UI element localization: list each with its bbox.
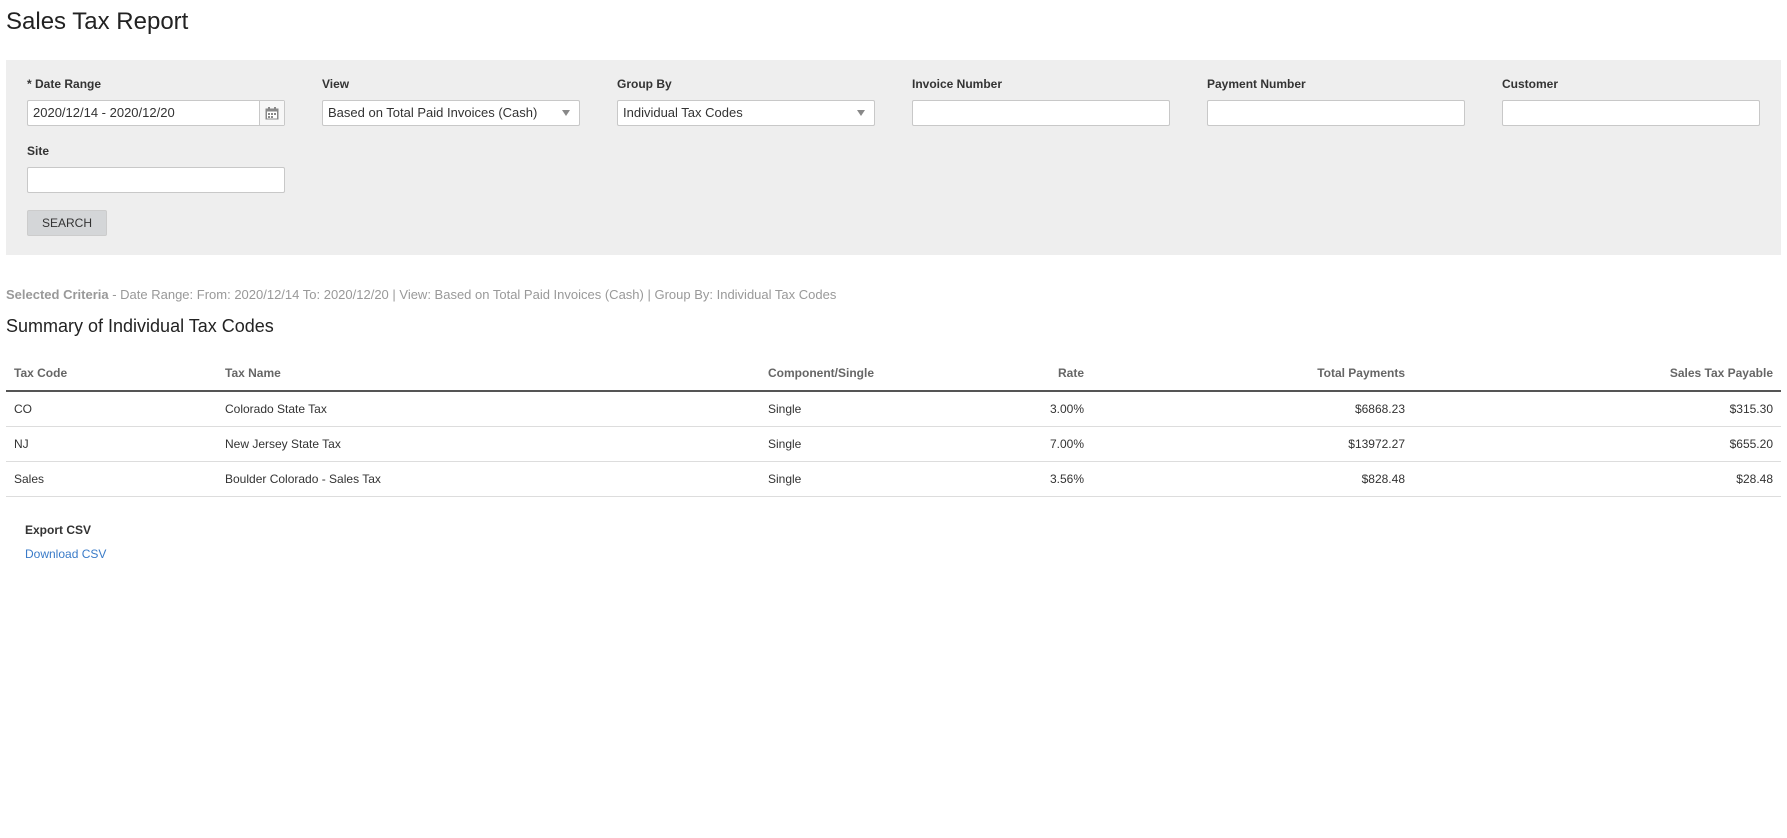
customer-field: Customer — [1502, 76, 1760, 128]
cell-total-payments: $828.48 — [1092, 461, 1413, 497]
customer-label: Customer — [1502, 77, 1559, 91]
view-label: View — [322, 77, 350, 91]
view-select[interactable]: Based on Total Paid Invoices (Cash) — [322, 100, 580, 126]
payment-number-input[interactable] — [1207, 100, 1465, 126]
chevron-down-icon — [857, 110, 865, 116]
cell-tax-name: New Jersey State Tax — [217, 426, 760, 462]
cell-sales-tax-payable: $28.48 — [1413, 461, 1781, 497]
invoice-number-field: Invoice Number — [912, 76, 1170, 128]
group-by-value: Individual Tax Codes — [623, 105, 743, 120]
search-button[interactable]: SEARCH — [27, 210, 107, 236]
column-header-rate[interactable]: Rate — [926, 355, 1092, 392]
date-range-label: * Date Range — [27, 77, 102, 91]
filter-panel: * Date Range 2020/12/14 - 2020/12/20 Vie… — [6, 60, 1781, 255]
view-value: Based on Total Paid Invoices (Cash) — [328, 105, 538, 120]
cell-rate: 3.56% — [926, 461, 1092, 497]
export-csv-label: Export CSV — [25, 523, 92, 537]
table-row: Sales Boulder Colorado - Sales Tax Singl… — [6, 461, 1781, 497]
site-label: Site — [27, 144, 50, 158]
column-header-tax-name[interactable]: Tax Name — [217, 355, 760, 392]
view-field: View Based on Total Paid Invoices (Cash) — [322, 76, 580, 128]
payment-number-label: Payment Number — [1207, 77, 1306, 91]
cell-component: Single — [760, 461, 926, 497]
cell-tax-code: Sales — [6, 461, 217, 497]
cell-component: Single — [760, 391, 926, 427]
customer-input[interactable] — [1502, 100, 1760, 126]
download-csv-link[interactable]: Download CSV — [25, 547, 106, 561]
calendar-icon[interactable] — [259, 101, 284, 125]
date-range-input[interactable]: 2020/12/14 - 2020/12/20 — [27, 100, 285, 126]
column-header-sales-tax-payable[interactable]: Sales Tax Payable — [1413, 355, 1781, 392]
cell-total-payments: $6868.23 — [1092, 391, 1413, 427]
table-header-row: Tax Code Tax Name Component/Single Rate … — [6, 355, 1781, 392]
group-by-label: Group By — [617, 77, 672, 91]
selected-criteria-label: Selected Criteria — [6, 287, 109, 302]
group-by-field: Group By Individual Tax Codes — [617, 76, 875, 128]
invoice-number-label: Invoice Number — [912, 77, 1003, 91]
cell-rate: 7.00% — [926, 426, 1092, 462]
cell-tax-code: NJ — [6, 426, 217, 462]
cell-tax-code: CO — [6, 391, 217, 427]
payment-number-field: Payment Number — [1207, 76, 1465, 128]
date-range-field: * Date Range 2020/12/14 - 2020/12/20 — [27, 76, 285, 128]
cell-component: Single — [760, 426, 926, 462]
column-header-total-payments[interactable]: Total Payments — [1092, 355, 1413, 392]
group-by-select[interactable]: Individual Tax Codes — [617, 100, 875, 126]
page-title: Sales Tax Report — [6, 8, 189, 35]
cell-sales-tax-payable: $315.30 — [1413, 391, 1781, 427]
cell-rate: 3.00% — [926, 391, 1092, 427]
site-field: Site — [27, 143, 285, 195]
date-range-value: 2020/12/14 - 2020/12/20 — [33, 105, 175, 120]
cell-total-payments: $13972.27 — [1092, 426, 1413, 462]
summary-table: Tax Code Tax Name Component/Single Rate … — [6, 355, 1781, 497]
selected-criteria-text: - Date Range: From: 2020/12/14 To: 2020/… — [108, 287, 837, 302]
site-input[interactable] — [27, 167, 285, 193]
column-header-tax-code[interactable]: Tax Code — [6, 355, 217, 392]
table-row: NJ New Jersey State Tax Single 7.00% $13… — [6, 426, 1781, 462]
selected-criteria: Selected Criteria - Date Range: From: 20… — [6, 287, 836, 302]
invoice-number-input[interactable] — [912, 100, 1170, 126]
cell-tax-name: Boulder Colorado - Sales Tax — [217, 461, 760, 497]
export-section: Export CSV Download CSV — [25, 523, 106, 561]
cell-tax-name: Colorado State Tax — [217, 391, 760, 427]
column-header-component[interactable]: Component/Single — [760, 355, 926, 392]
chevron-down-icon — [562, 110, 570, 116]
summary-title: Summary of Individual Tax Codes — [6, 316, 274, 336]
table-row: CO Colorado State Tax Single 3.00% $6868… — [6, 391, 1781, 427]
cell-sales-tax-payable: $655.20 — [1413, 426, 1781, 462]
